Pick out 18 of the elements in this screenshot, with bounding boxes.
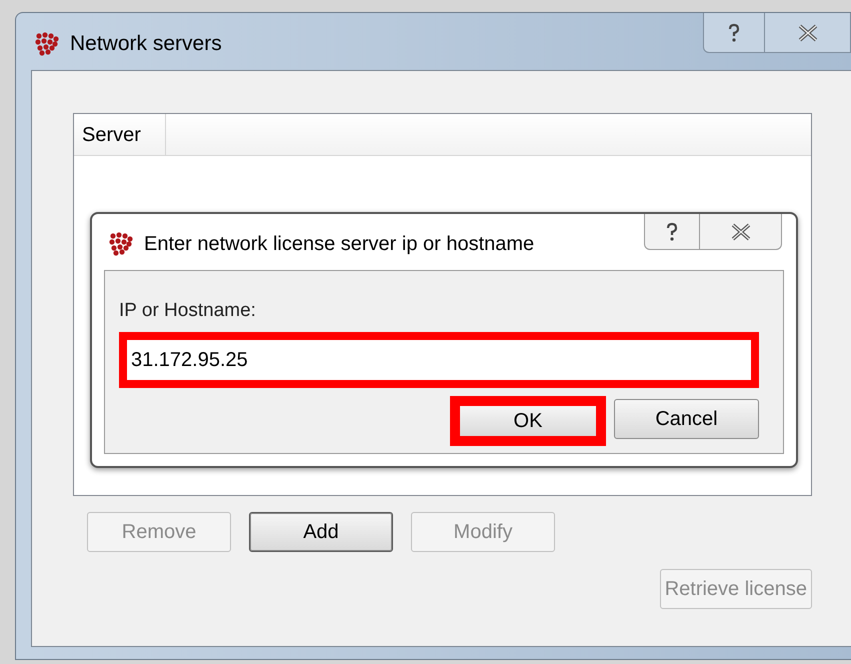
close-button[interactable]: [700, 214, 782, 250]
close-icon: [796, 24, 818, 42]
app-logo-icon: [108, 231, 134, 257]
app-logo-icon: [34, 30, 60, 57]
close-icon: [730, 222, 752, 240]
help-icon: [665, 222, 679, 242]
close-button[interactable]: [765, 13, 851, 53]
help-button[interactable]: [644, 214, 700, 250]
window-title: Network servers: [70, 31, 222, 57]
dialog-title: Enter network license server ip or hostname: [144, 232, 534, 257]
dialog-button[interactable]: Cancel: [614, 399, 759, 439]
help-icon: [727, 22, 741, 42]
help-button[interactable]: [703, 13, 765, 53]
field-label: IP or Hostname:: [119, 299, 257, 323]
column-header[interactable]: Server: [74, 114, 166, 155]
dialog-button[interactable]: OK: [450, 396, 606, 446]
dialog-button[interactable]: Add: [249, 512, 393, 552]
hostname-field[interactable]: 31.172.95.25: [119, 332, 759, 388]
